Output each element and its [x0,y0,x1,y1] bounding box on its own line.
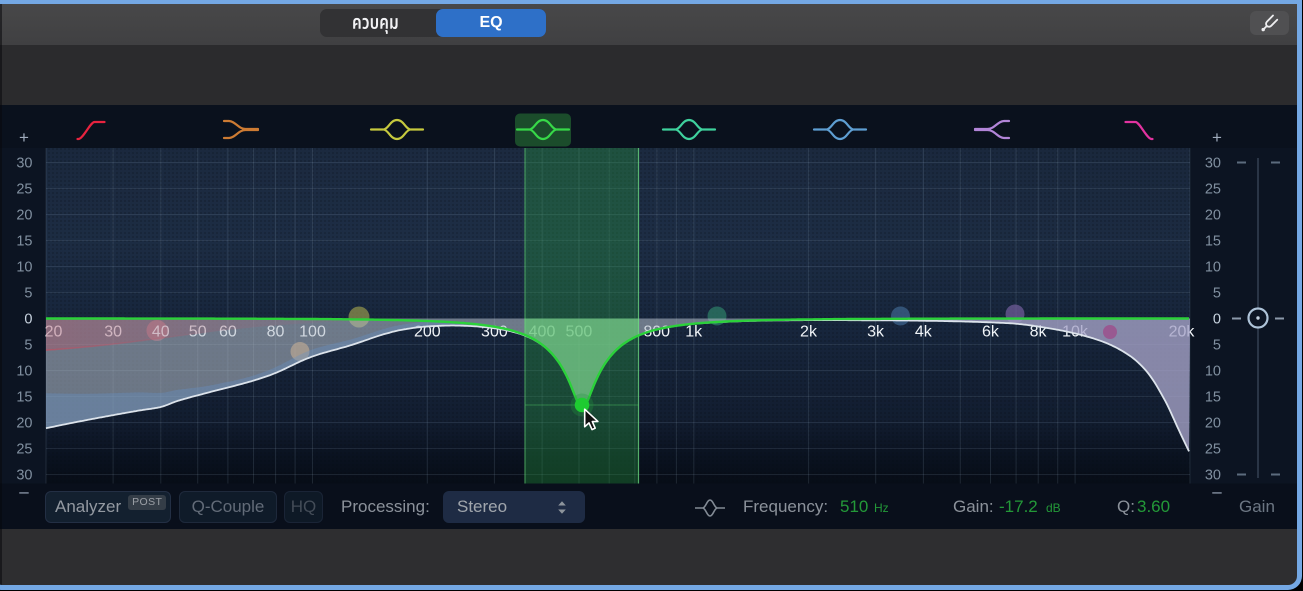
svg-text:30: 30 [1205,156,1221,172]
svg-text:5: 5 [1213,338,1221,354]
svg-text:0: 0 [24,312,32,328]
svg-text:15: 15 [16,234,32,250]
svg-text:10: 10 [16,260,32,276]
svg-text:1k: 1k [685,324,703,341]
svg-text:20: 20 [1205,416,1221,432]
svg-text:25: 25 [1205,182,1221,198]
svg-text:5: 5 [24,286,32,302]
svg-text:15: 15 [16,390,32,406]
svg-text:5: 5 [24,338,32,354]
svg-text:+: + [1212,128,1222,147]
svg-text:30: 30 [16,156,32,172]
svg-text:0: 0 [1213,312,1221,328]
svg-text:20: 20 [16,208,32,224]
svg-text:3k: 3k [867,324,885,341]
svg-text:–: – [19,482,29,501]
svg-text:6k: 6k [982,324,1000,341]
svg-text:–: – [1212,482,1222,501]
svg-text:10: 10 [1205,260,1221,276]
svg-text:2k: 2k [800,324,818,341]
svg-text:10: 10 [1205,364,1221,380]
svg-text:5: 5 [1213,286,1221,302]
svg-text:15: 15 [1205,390,1221,406]
svg-text:10: 10 [16,364,32,380]
svg-text:4k: 4k [915,324,933,341]
svg-text:25: 25 [16,442,32,458]
svg-text:+: + [19,128,29,147]
svg-text:25: 25 [1205,442,1221,458]
svg-text:20: 20 [16,416,32,432]
svg-text:20: 20 [1205,208,1221,224]
svg-text:15: 15 [1205,234,1221,250]
svg-text:25: 25 [16,182,32,198]
